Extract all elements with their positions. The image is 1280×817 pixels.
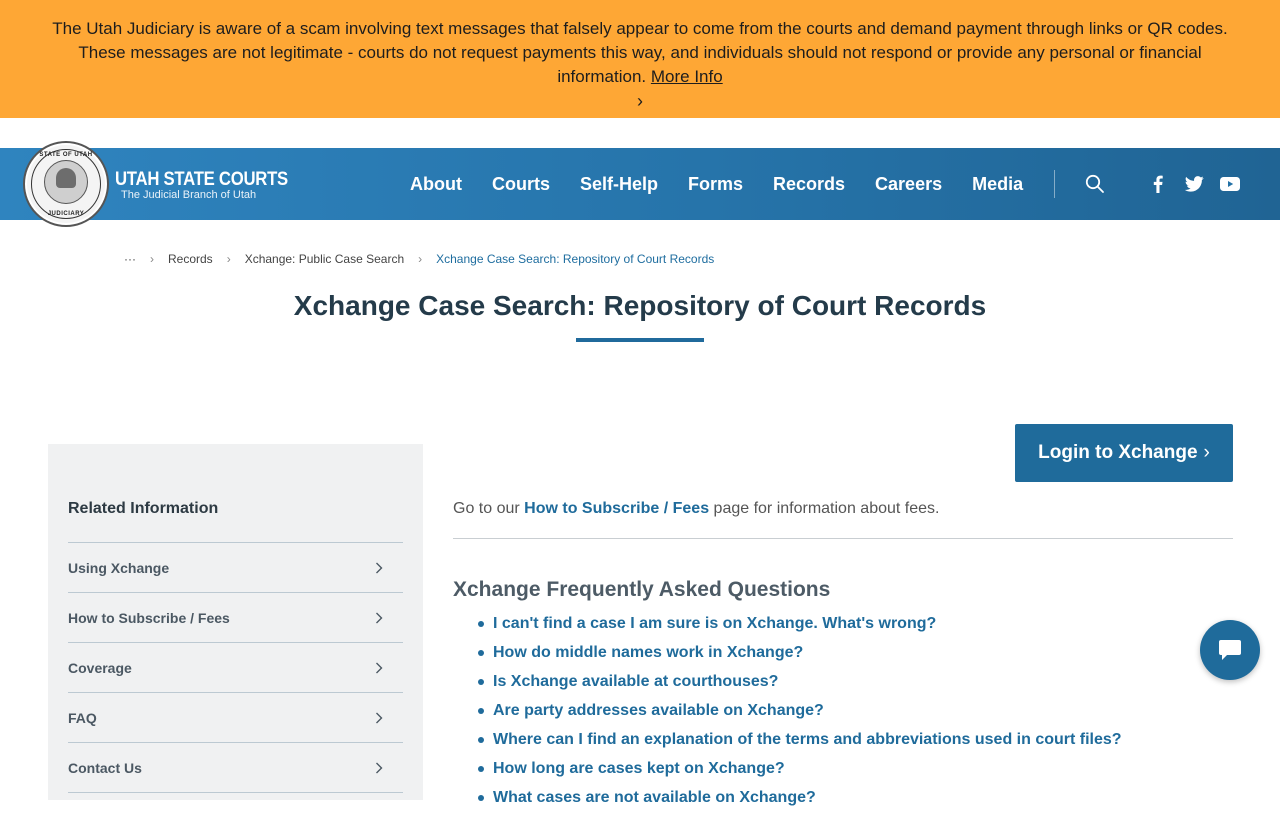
seal-bottom-text: JUDICIARY [47,211,85,217]
subscribe-fees-link[interactable]: How to Subscribe / Fees [524,500,709,517]
sidebar-item-label: Using Xchange [68,559,170,576]
breadcrumb-chevron-icon: › [150,252,154,266]
nav-item-self-help[interactable]: Self-Help [565,174,673,195]
sidebar-item-subscribe-fees[interactable]: How to Subscribe / Fees [68,593,403,643]
search-button[interactable] [1075,164,1115,204]
breadcrumb-current: Xchange Case Search: Repository of Court… [436,252,715,266]
sidebar-item-faq[interactable]: FAQ [68,693,403,743]
alert-chevron-right-icon[interactable]: › [40,89,1240,113]
facebook-icon [1153,175,1163,193]
nav-divider [1054,170,1056,198]
faq-item: Is Xchange available at courthouses? [478,672,1122,701]
login-to-xchange-button[interactable]: Login to Xchange › [1015,424,1233,482]
nav-item-records[interactable]: Records [758,174,860,195]
faq-heading: Xchange Frequently Asked Questions [453,578,831,601]
faq-item: What cases are not available on Xchange? [478,788,1122,817]
chevron-right-icon [376,712,383,723]
sidebar-item-label: FAQ [68,709,97,726]
search-icon [1086,174,1105,193]
fees-intro-text: Go to our How to Subscribe / Fees page f… [453,500,939,518]
content-divider [453,538,1233,539]
login-button-label: Login to Xchange [1038,442,1198,463]
social-links [1140,148,1248,220]
faq-item: I can't find a case I am sure is on Xcha… [478,614,1122,643]
facebook-link[interactable] [1140,164,1176,204]
page-title: Xchange Case Search: Repository of Court… [293,290,987,321]
sidebar-heading: Related Information [68,500,219,517]
twitter-icon [1184,176,1204,192]
seal-top-text: STATE OF UTAH [39,152,93,158]
faq-link[interactable]: What cases are not available on Xchange? [493,789,816,806]
intro-text-before: Go to our [453,500,525,517]
site-header: STATE OF UTAH JUDICIARY UTAH STATE COURT… [0,141,1280,227]
breadcrumb: ··· › Records › Xchange: Public Case Sea… [124,252,714,266]
title-underline [576,338,704,342]
scam-alert-banner: The Utah Judiciary is aware of a scam in… [0,0,1280,118]
nav-item-media[interactable]: Media [957,174,1038,195]
nav-item-courts[interactable]: Courts [477,174,565,195]
sidebar-item-label: Contact Us [68,759,142,776]
sidebar-list: Using Xchange How to Subscribe / Fees Co… [68,542,403,793]
intro-text-after: page for information about fees. [709,500,940,517]
nav-item-about[interactable]: About [395,174,477,195]
breadcrumb-chevron-icon: › [226,252,231,266]
faq-link[interactable]: I can't find a case I am sure is on Xcha… [493,615,936,632]
alert-more-info-link[interactable]: More Info [651,67,723,86]
faq-item: Where can I find an explanation of the t… [478,730,1122,759]
breadcrumb-ellipsis[interactable]: ··· [124,252,136,266]
main-nav: About Courts Self-Help Forms Records Car… [395,148,1115,220]
nav-item-careers[interactable]: Careers [860,174,957,195]
faq-item: How long are cases kept on Xchange? [478,759,1122,788]
chevron-right-icon: › [1203,442,1210,463]
chat-bubble-icon [1219,640,1241,660]
faq-link[interactable]: How long are cases kept on Xchange? [493,760,785,777]
twitter-link[interactable] [1176,164,1212,204]
faq-link[interactable]: How do middle names work in Xchange? [493,644,803,661]
youtube-link[interactable] [1212,164,1248,204]
faq-link[interactable]: Where can I find an explanation of the t… [493,731,1122,748]
chevron-right-icon [376,762,383,773]
sidebar-item-label: How to Subscribe / Fees [68,609,230,626]
sidebar-item-coverage[interactable]: Coverage [68,643,403,693]
nav-item-forms[interactable]: Forms [673,174,758,195]
sidebar-item-label: Coverage [68,659,132,676]
faq-link[interactable]: Is Xchange available at courthouses? [493,673,778,690]
brand-subtitle: The Judicial Branch of Utah [121,189,257,201]
chat-button[interactable] [1200,620,1260,680]
breadcrumb-chevron-icon: › [418,252,423,266]
youtube-icon [1220,177,1240,191]
chevron-right-icon [376,562,383,573]
utah-seal-logo[interactable]: STATE OF UTAH JUDICIARY [23,141,109,227]
breadcrumb-item-records[interactable]: Records [168,252,213,266]
chevron-right-icon [376,612,383,623]
faq-link[interactable]: Are party addresses available on Xchange… [493,702,824,719]
sidebar-item-using-xchange[interactable]: Using Xchange [68,543,403,593]
breadcrumb-item-xchange[interactable]: Xchange: Public Case Search [245,252,404,266]
faq-item: Are party addresses available on Xchange… [478,701,1122,730]
sidebar-item-contact-us[interactable]: Contact Us [68,743,403,793]
related-info-sidebar: Related Information Using Xchange How to… [48,444,423,800]
chevron-right-icon [376,662,383,673]
beehive-icon [56,168,76,188]
brand-title[interactable]: UTAH STATE COURTS [115,169,288,191]
faq-item: How do middle names work in Xchange? [478,643,1122,672]
faq-list: I can't find a case I am sure is on Xcha… [478,614,1122,817]
alert-text: The Utah Judiciary is aware of a scam in… [52,19,1228,86]
